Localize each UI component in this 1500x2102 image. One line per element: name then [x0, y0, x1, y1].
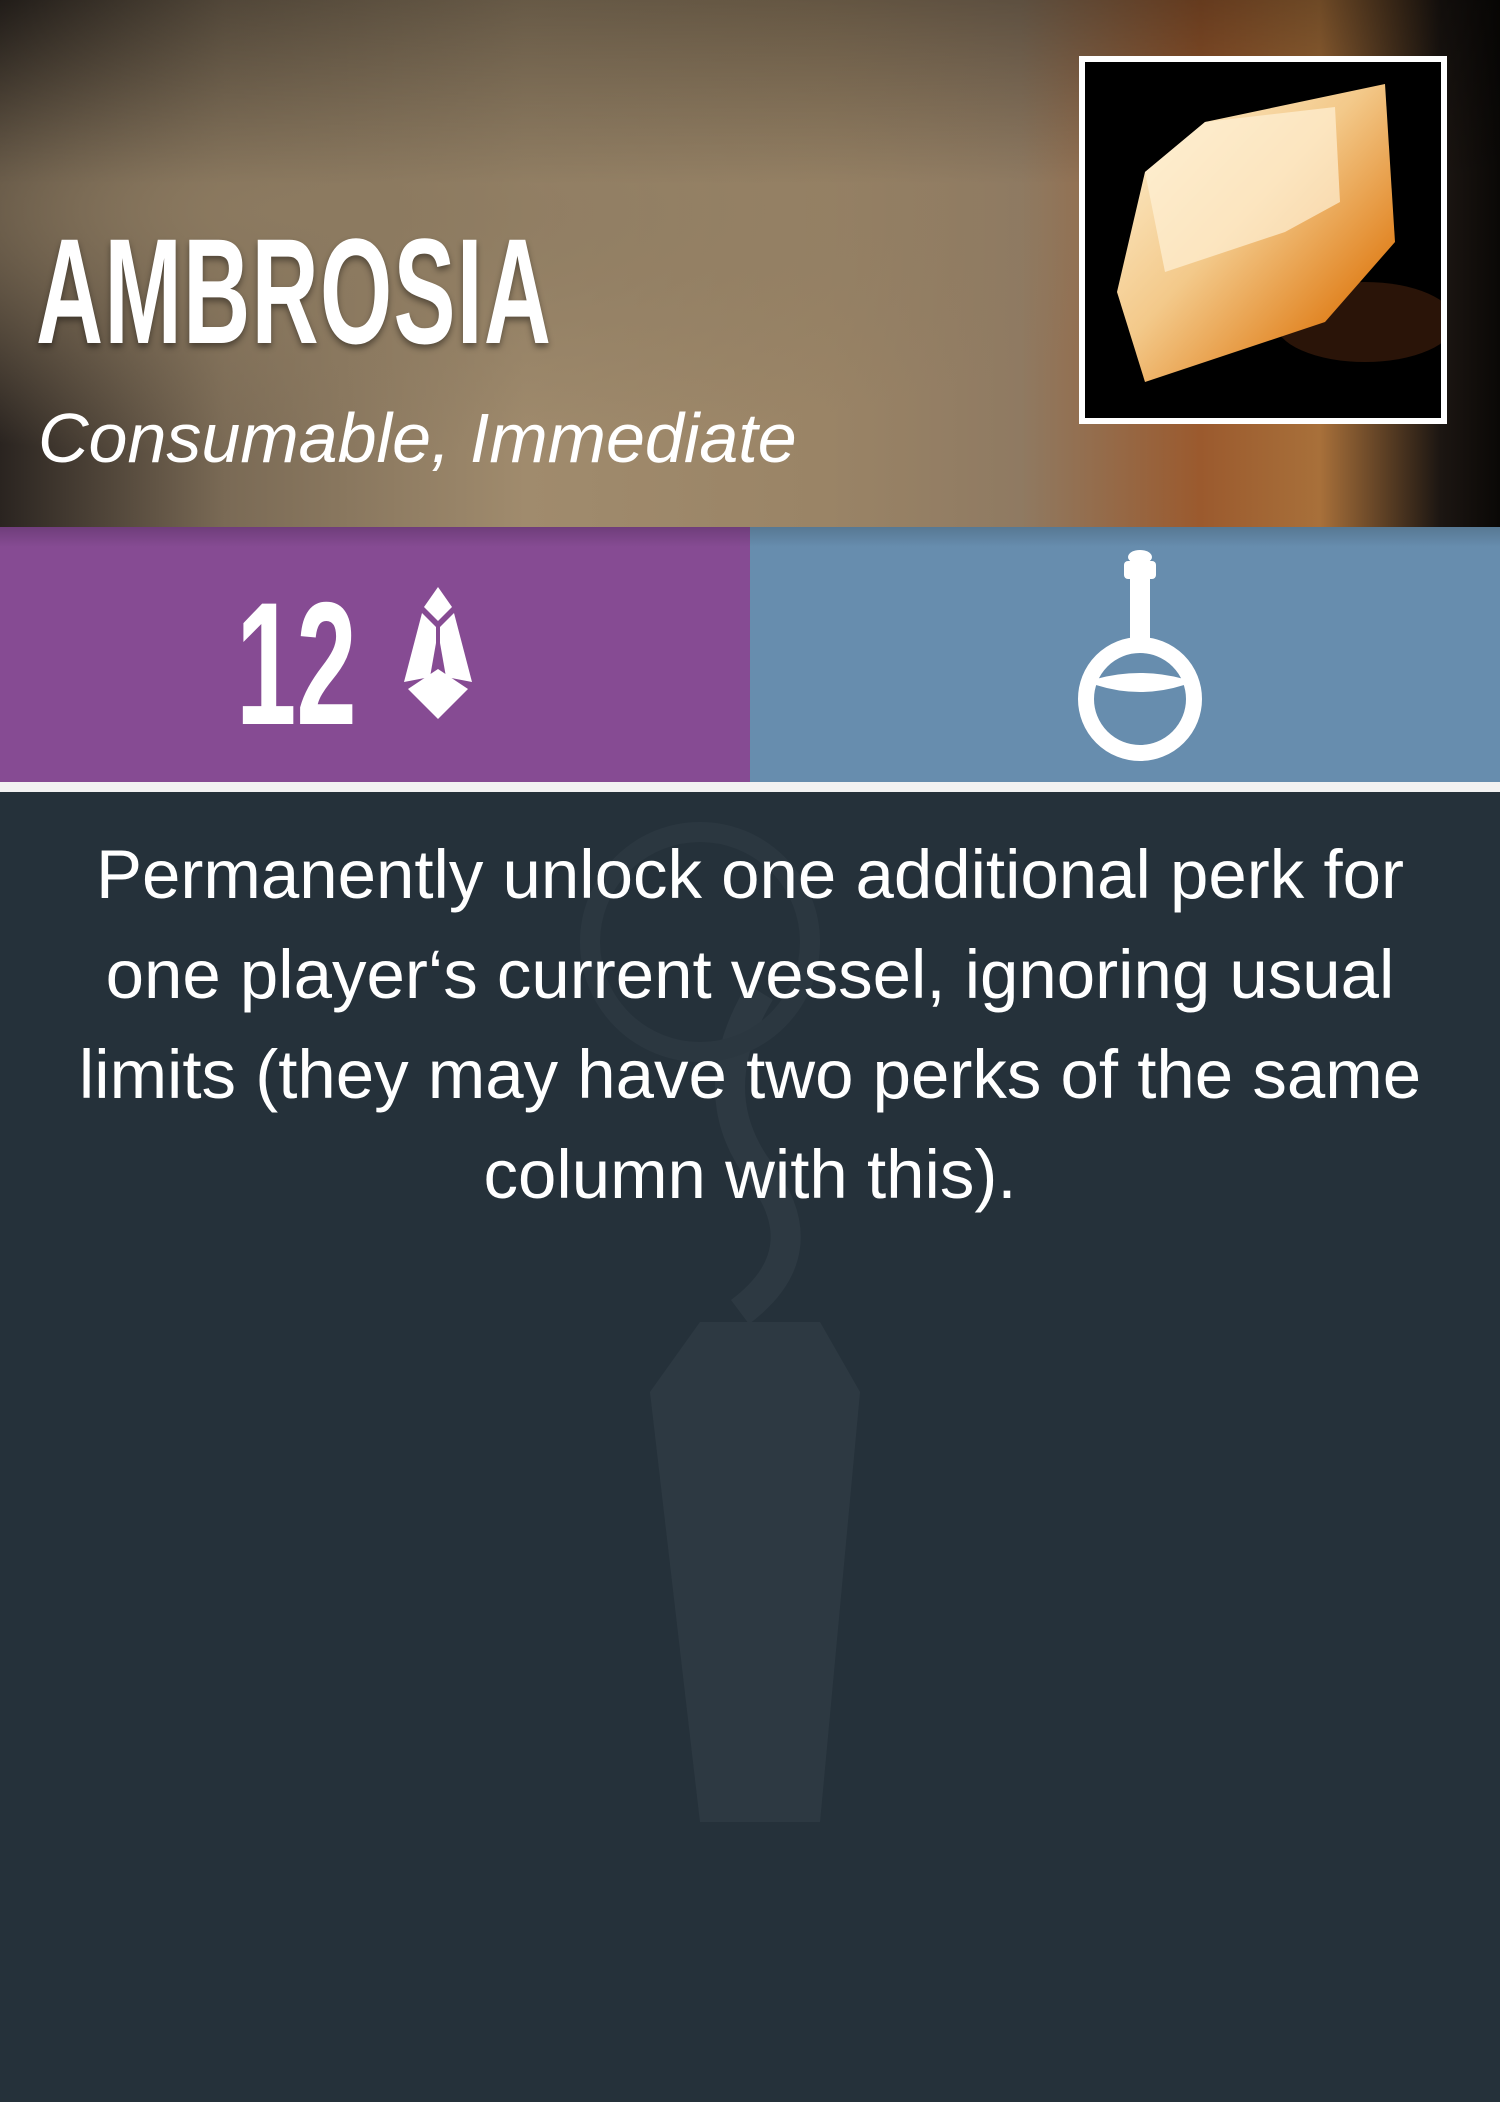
amber-crystal-image: [1079, 56, 1447, 424]
card-title: AMBROSIA: [36, 207, 553, 375]
type-panel: [750, 527, 1500, 782]
card-description: Permanently unlock one additional perk f…: [78, 836, 1422, 1213]
crystal-icon: [404, 587, 472, 719]
divider: [0, 782, 1500, 792]
potion-flask-icon: [1078, 550, 1202, 761]
card-subtitle: Consumable, Immediate: [38, 399, 797, 477]
cost-value: 12: [236, 567, 357, 762]
cost-panel: 12: [0, 527, 750, 782]
